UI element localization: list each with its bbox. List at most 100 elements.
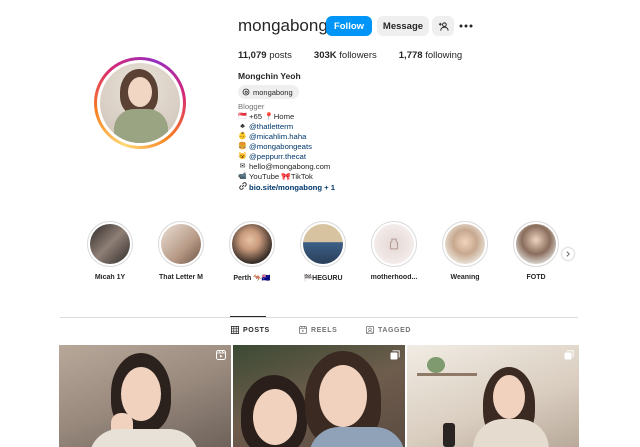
highlight-label: Micah 1Y	[94, 274, 126, 281]
post-thumbnail[interactable]	[233, 345, 405, 447]
highlight-label: Weaning	[450, 274, 480, 281]
bio-mention-link[interactable]: @mongabongeats	[249, 142, 312, 152]
avatar-photo	[100, 63, 180, 143]
reel-icon	[216, 350, 226, 360]
followers-stat[interactable]: 303K followers	[314, 50, 377, 61]
story-highlights: Micah 1Y That Letter M Perth 🦘🇦🇺 🏁HEGURU…	[78, 221, 578, 291]
bio-category: Blogger	[238, 102, 265, 111]
post-subject-shirt	[89, 429, 199, 447]
post-plant	[427, 357, 445, 373]
tagged-icon	[366, 326, 374, 334]
bio-link-line: bio.site/mongabong + 1	[238, 182, 335, 194]
cat-icon: 😺	[238, 153, 247, 160]
highlight-cover	[445, 224, 485, 264]
highlight-item[interactable]: Micah 1Y	[78, 221, 142, 281]
following-count: 1,778	[398, 50, 423, 61]
camera-icon: 📹	[238, 173, 247, 180]
highlight-item[interactable]: That Letter M	[149, 221, 213, 281]
highlight-ring	[513, 221, 559, 267]
tab-tagged[interactable]: TAGGED	[366, 326, 411, 334]
highlight-cover	[161, 224, 201, 264]
bio-line: 😺 @peppurr.thecat	[238, 152, 335, 162]
highlight-ring	[300, 221, 346, 267]
following-stat[interactable]: 1,778 following	[399, 50, 462, 61]
profile-stats: 11,079 posts 303K followers 1,778 follow…	[238, 50, 484, 61]
bio-mention-link[interactable]: @thatletterm	[249, 122, 293, 132]
tab-tagged-label: TAGGED	[378, 326, 412, 334]
full-name: Mongchin Yeoh	[238, 71, 301, 81]
profile-avatar[interactable]	[94, 57, 186, 149]
bio-text: +65 📍Home	[249, 112, 295, 121]
envelope-icon: ✉	[239, 163, 246, 170]
highlight-item[interactable]: 🏁HEGURU	[291, 221, 355, 282]
threads-link[interactable]: mongabong	[238, 85, 299, 99]
posts-grid	[59, 345, 579, 447]
highlight-ring	[87, 221, 133, 267]
bio-line: 👶 @micahlim.haha	[238, 132, 335, 142]
carousel-icon	[390, 350, 400, 360]
suggested-users-button[interactable]	[432, 16, 454, 36]
post-thumbnail[interactable]	[407, 345, 579, 447]
username: mongabong	[238, 16, 328, 35]
bio-line: 🍔 @mongabongeats	[238, 142, 335, 152]
highlight-item[interactable]: FOTD	[504, 221, 568, 281]
bio-line: 📹 YouTube 🎀TikTok	[238, 172, 335, 182]
tab-posts[interactable]: POSTS	[231, 326, 270, 334]
highlight-item[interactable]: Weaning	[433, 221, 497, 281]
highlight-cover	[516, 224, 556, 264]
post-subject-face	[253, 389, 297, 445]
follow-button[interactable]: Follow	[326, 16, 372, 36]
bio-line: ♣ @thatletterm	[238, 122, 335, 132]
tabs-divider	[60, 317, 578, 318]
chevron-right-icon	[566, 251, 570, 257]
highlight-cover	[374, 224, 414, 264]
highlight-item[interactable]: Perth 🦘🇦🇺	[220, 221, 284, 282]
bio-website-link[interactable]: bio.site/mongabong + 1	[249, 183, 335, 193]
bio-mention-link[interactable]: @peppurr.thecat	[249, 152, 306, 162]
posts-stat: 11,079 posts	[238, 50, 292, 61]
burger-icon: 🍔	[238, 143, 247, 150]
link-icon	[238, 182, 247, 194]
posts-count: 11,079	[238, 50, 267, 61]
grid-icon	[231, 326, 239, 334]
post-subject-face	[493, 375, 525, 419]
highlight-ring	[371, 221, 417, 267]
message-button[interactable]: Message	[377, 16, 429, 36]
highlight-cover	[232, 224, 272, 264]
more-options-button[interactable]	[458, 16, 474, 36]
more-icon	[459, 24, 473, 28]
club-icon: ♣	[240, 123, 245, 130]
bio-text: YouTube 🎀TikTok	[249, 172, 313, 181]
threads-icon	[242, 88, 250, 96]
highlight-cover	[303, 224, 343, 264]
highlight-ring	[158, 221, 204, 267]
bio-mention-link[interactable]: @micahlim.haha	[249, 132, 306, 142]
avatar-face	[128, 77, 152, 107]
posts-label: posts	[269, 50, 292, 61]
tab-reels-label: REELS	[311, 326, 338, 334]
highlight-label: Perth 🦘🇦🇺	[233, 275, 271, 282]
highlight-item[interactable]: motherhood...	[362, 221, 426, 281]
post-product	[443, 423, 455, 447]
baby-icon: 👶	[238, 133, 247, 140]
highlight-ring	[442, 221, 488, 267]
bio-line: 🇸🇬 +65 📍Home	[238, 112, 335, 122]
highlights-next-button[interactable]	[562, 248, 574, 260]
post-subject-shirt	[309, 427, 405, 447]
bio-line: ✉ hello@mongabong.com	[238, 162, 335, 172]
highlight-label: FOTD	[526, 274, 546, 281]
highlight-label: motherhood...	[370, 274, 418, 281]
avatar-body	[114, 109, 168, 143]
tab-reels[interactable]: REELS	[299, 326, 337, 334]
followers-label: followers	[339, 50, 377, 61]
threads-handle: mongabong	[253, 87, 293, 97]
highlight-ring	[229, 221, 275, 267]
post-thumbnail[interactable]	[59, 345, 231, 447]
avatar-inner-border	[97, 60, 183, 146]
bio-email: hello@mongabong.com	[249, 162, 331, 171]
carousel-icon	[564, 350, 574, 360]
highlight-label: That Letter M	[159, 274, 203, 281]
post-shelf	[417, 373, 477, 376]
highlight-label: 🏁HEGURU	[303, 275, 343, 282]
following-label: following	[425, 50, 463, 61]
